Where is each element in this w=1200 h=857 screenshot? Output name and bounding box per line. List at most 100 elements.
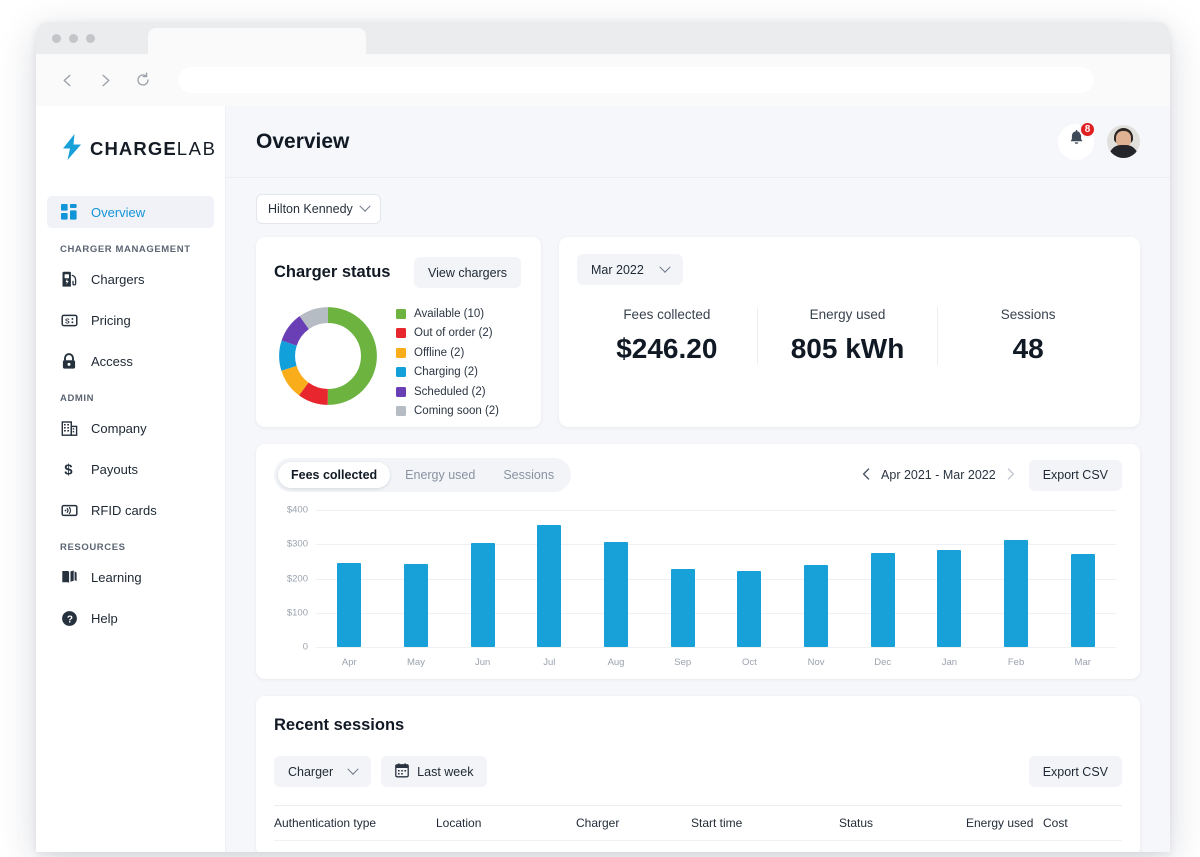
- bar-column: Mar: [1049, 510, 1116, 647]
- charger-status-header: Charger status View chargers: [274, 257, 521, 288]
- gridline: [316, 647, 1116, 648]
- bar-jan[interactable]: [937, 550, 961, 647]
- lock-icon: [60, 352, 78, 370]
- sidebar-item-label: Pricing: [91, 313, 131, 328]
- bar-apr[interactable]: [337, 563, 361, 647]
- sidebar-item-overview[interactable]: Overview: [47, 196, 214, 228]
- chevron-right-icon[interactable]: [1007, 468, 1015, 483]
- column-header-status[interactable]: Status: [839, 816, 966, 830]
- logo-lab: LAB: [177, 138, 217, 159]
- sidebar-item-label: Payouts: [91, 462, 138, 477]
- charger-status-title: Charger status: [274, 263, 390, 282]
- sidebar-section-charger-management: CHARGER MANAGEMENT: [36, 228, 225, 263]
- fees-bar-chart: $400 $300 $200 $100 0 Apr May Jun Jul Au…: [274, 510, 1122, 675]
- sidebar-item-learning[interactable]: Learning: [47, 561, 214, 593]
- chevron-left-icon[interactable]: [56, 69, 78, 91]
- reload-icon[interactable]: [132, 69, 154, 91]
- legend-item: Out of order (2): [396, 324, 499, 344]
- bar-nov[interactable]: [804, 565, 828, 647]
- x-axis-tick: Oct: [742, 657, 757, 668]
- bar-oct[interactable]: [737, 571, 761, 647]
- avatar[interactable]: [1107, 125, 1140, 158]
- bar-column: Feb: [983, 510, 1050, 647]
- column-header-location[interactable]: Location: [436, 816, 576, 830]
- bar-dec[interactable]: [871, 553, 895, 647]
- sidebar-item-pricing[interactable]: S Pricing: [47, 304, 214, 336]
- bar-may[interactable]: [404, 564, 428, 647]
- column-header-authentication-type[interactable]: Authentication type: [274, 816, 436, 830]
- tab-fees-collected[interactable]: Fees collected: [278, 462, 390, 488]
- bar-column: Aug: [583, 510, 650, 647]
- column-header-charger[interactable]: Charger: [576, 816, 691, 830]
- kpi-period-selector[interactable]: Mar 2022: [577, 254, 683, 285]
- bar-sep[interactable]: [671, 569, 695, 647]
- recent-sessions-title: Recent sessions: [274, 716, 1122, 735]
- sidebar-item-access[interactable]: Access: [47, 345, 214, 377]
- x-axis-tick: Jun: [475, 657, 490, 668]
- x-axis-tick: Aug: [608, 657, 625, 668]
- export-csv-chart-button[interactable]: Export CSV: [1029, 460, 1122, 491]
- sidebar-item-rfid-cards[interactable]: RFID cards: [47, 494, 214, 526]
- legend-item: Charging (2): [396, 363, 499, 383]
- bar-mar[interactable]: [1071, 554, 1095, 647]
- column-header-start-time[interactable]: Start time: [691, 816, 839, 830]
- bar-feb[interactable]: [1004, 540, 1028, 647]
- tab-sessions[interactable]: Sessions: [490, 462, 567, 488]
- bar-jun[interactable]: [471, 543, 495, 647]
- bar-jul[interactable]: [537, 525, 561, 647]
- column-header-cost[interactable]: Cost: [1043, 816, 1068, 830]
- export-csv-sessions-button[interactable]: Export CSV: [1029, 756, 1122, 787]
- page-title: Overview: [256, 130, 1058, 154]
- date-filter-label: Last week: [417, 765, 473, 779]
- chevron-left-icon[interactable]: [862, 468, 870, 483]
- x-axis-tick: Apr: [342, 657, 357, 668]
- minimize-window-dot[interactable]: [69, 34, 78, 43]
- lightning-bolt-icon: [62, 134, 83, 165]
- charger-filter-label: Charger: [288, 765, 333, 779]
- sidebar-item-label: Chargers: [91, 272, 144, 287]
- browser-tab[interactable]: [148, 28, 366, 54]
- legend-item: Available (10): [396, 304, 499, 324]
- y-axis-tick: $100: [274, 607, 308, 618]
- legend-item: Coming soon (2): [396, 402, 499, 422]
- sidebar-item-company[interactable]: Company: [47, 412, 214, 444]
- trend-chart-controls: Apr 2021 - Mar 2022 Export CSV: [862, 460, 1122, 491]
- chevron-right-icon[interactable]: [94, 69, 116, 91]
- kpi-card: Mar 2022 Fees collected $246.20 Energy u…: [559, 237, 1140, 427]
- notifications-button[interactable]: 8: [1058, 124, 1094, 160]
- sidebar-item-label: Overview: [91, 205, 145, 220]
- kpi-value: 48: [938, 333, 1118, 365]
- view-chargers-button[interactable]: View chargers: [414, 257, 521, 288]
- legend-item: Offline (2): [396, 343, 499, 363]
- sidebar-item-payouts[interactable]: $ Payouts: [47, 453, 214, 485]
- kpi-stats: Fees collected $246.20 Energy used 805 k…: [577, 307, 1118, 365]
- sidebar-item-label: Learning: [91, 570, 142, 585]
- sidebar-item-chargers[interactable]: Chargers: [47, 263, 214, 295]
- bar-column: Nov: [783, 510, 850, 647]
- browser-toolbar: [36, 54, 1170, 106]
- dollar-icon: $: [60, 460, 78, 478]
- date-filter-dropdown[interactable]: Last week: [381, 756, 487, 787]
- summary-row: Charger status View chargers: [256, 237, 1140, 427]
- site-selector[interactable]: Hilton Kennedy: [256, 194, 381, 224]
- tab-energy-used[interactable]: Energy used: [392, 462, 488, 488]
- maximize-window-dot[interactable]: [86, 34, 95, 43]
- kpi-sessions: Sessions 48: [937, 307, 1118, 365]
- bar-aug[interactable]: [604, 542, 628, 647]
- sidebar-item-help[interactable]: ? Help: [47, 602, 214, 634]
- address-bar[interactable]: [178, 67, 1094, 93]
- kpi-energy-used: Energy used 805 kWh: [757, 307, 938, 365]
- y-axis-tick: $200: [274, 573, 308, 584]
- legend-swatch-out-of-order: [396, 328, 406, 338]
- chargelab-logo[interactable]: CHARGELAB: [36, 132, 225, 166]
- calendar-icon: [395, 763, 409, 781]
- bar-column: Apr: [316, 510, 383, 647]
- site-selector-label: Hilton Kennedy: [268, 202, 353, 216]
- close-window-dot[interactable]: [52, 34, 61, 43]
- column-header-energy-used[interactable]: Energy used: [966, 816, 1043, 830]
- charger-filter-dropdown[interactable]: Charger: [274, 756, 371, 787]
- window-controls[interactable]: [52, 34, 95, 43]
- kpi-value: $246.20: [577, 333, 757, 365]
- bar-column: May: [383, 510, 450, 647]
- sidebar-section-resources: RESOURCES: [36, 526, 225, 561]
